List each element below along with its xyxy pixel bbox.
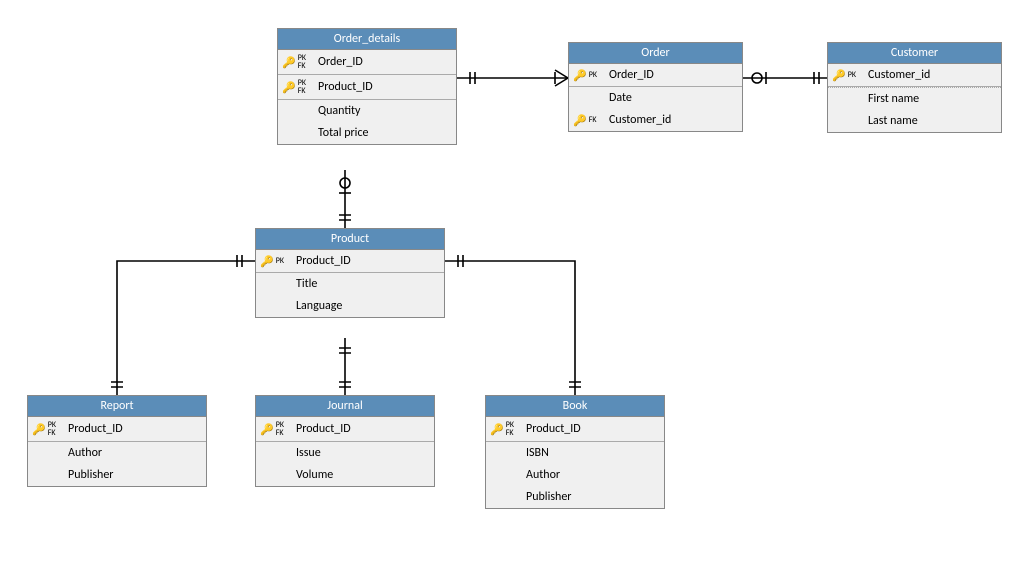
er-diagram-canvas: Order_details🔑PKFKOrder_ID🔑PKFKProduct_I… <box>0 0 1024 576</box>
field-name: Product_ID <box>522 422 658 436</box>
field-name: Order_ID <box>605 68 736 82</box>
rel-order-customer <box>743 72 827 84</box>
field-name: Total price <box>314 126 450 140</box>
field-name: Title <box>292 277 438 291</box>
key-labels: PK <box>848 71 856 79</box>
key-icon: 🔑 <box>282 83 296 92</box>
key-icon: 🔑 <box>573 116 587 125</box>
field-row: Issue <box>256 442 434 464</box>
field-name: Language <box>292 299 438 313</box>
entity-book: Book🔑PKFKProduct_IDISBNAuthorPublisher <box>485 395 665 509</box>
entity-title: Journal <box>256 396 434 417</box>
field-row: Volume <box>256 464 434 486</box>
key-labels: PK <box>276 257 284 265</box>
rel-orderdetails-order <box>457 70 568 86</box>
key-indicator: 🔑PKFK <box>282 54 314 70</box>
field-row: 🔑PKCustomer_id <box>828 64 1001 87</box>
field-row: 🔑PKFKProduct_ID <box>486 417 664 442</box>
rel-product-book <box>445 255 581 395</box>
rel-orderdetails-product <box>339 170 351 228</box>
key-indicator: 🔑PK <box>260 257 292 266</box>
key-indicator: 🔑PK <box>573 71 605 80</box>
field-name: Quantity <box>314 104 450 118</box>
entity-title: Customer <box>828 43 1001 64</box>
key-icon: 🔑 <box>832 71 846 80</box>
field-row: First name <box>828 87 1001 110</box>
entity-title: Product <box>256 229 444 250</box>
field-name: Volume <box>292 468 428 482</box>
field-name: Product_ID <box>292 254 438 268</box>
field-row: Quantity <box>278 100 456 122</box>
field-row: 🔑FKCustomer_id <box>569 109 742 131</box>
field-row: Date <box>569 87 742 109</box>
field-row: Author <box>28 442 206 464</box>
key-labels: PK <box>589 71 597 79</box>
key-indicator: 🔑PK <box>832 71 864 80</box>
field-name: Order_ID <box>314 55 450 69</box>
key-icon: 🔑 <box>282 58 296 67</box>
field-row: 🔑PKFKOrder_ID <box>278 50 456 75</box>
entity-title: Book <box>486 396 664 417</box>
field-row: Language <box>256 295 444 317</box>
field-row: Publisher <box>28 464 206 486</box>
entity-product: Product🔑PKProduct_IDTitleLanguage <box>255 228 445 318</box>
field-name: ISBN <box>522 446 658 460</box>
key-icon: 🔑 <box>260 425 274 434</box>
field-row: 🔑PKFKProduct_ID <box>256 417 434 442</box>
field-name: Customer_id <box>864 68 995 82</box>
field-row: Last name <box>828 110 1001 132</box>
field-name: Customer_id <box>605 113 736 127</box>
entity-customer: Customer🔑PKCustomer_idFirst nameLast nam… <box>827 42 1002 133</box>
key-icon: 🔑 <box>573 71 587 80</box>
rel-product-report <box>111 255 255 395</box>
key-labels: PKFK <box>48 421 56 437</box>
key-labels: FK <box>589 116 597 124</box>
field-row: Total price <box>278 122 456 144</box>
key-indicator: 🔑PKFK <box>260 421 292 437</box>
entity-title: Report <box>28 396 206 417</box>
field-name: Date <box>605 91 736 105</box>
field-name: Last name <box>864 114 995 128</box>
field-row: Title <box>256 273 444 295</box>
key-indicator: 🔑FK <box>573 116 605 125</box>
field-row: 🔑PKOrder_ID <box>569 64 742 87</box>
key-labels: PKFK <box>506 421 514 437</box>
field-name: Product_ID <box>64 422 200 436</box>
key-indicator: 🔑PKFK <box>282 79 314 95</box>
field-name: Author <box>64 446 200 460</box>
key-indicator: 🔑PKFK <box>490 421 522 437</box>
field-row: 🔑PKProduct_ID <box>256 250 444 273</box>
field-name: Issue <box>292 446 428 460</box>
entity-order_details: Order_details🔑PKFKOrder_ID🔑PKFKProduct_I… <box>277 28 457 145</box>
entity-order: Order🔑PKOrder_IDDate🔑FKCustomer_id <box>568 42 743 132</box>
key-icon: 🔑 <box>32 425 46 434</box>
field-name: Product_ID <box>292 422 428 436</box>
rel-product-journal <box>339 338 351 395</box>
field-row: ISBN <box>486 442 664 464</box>
key-icon: 🔑 <box>490 425 504 434</box>
entity-journal: Journal🔑PKFKProduct_IDIssueVolume <box>255 395 435 487</box>
field-name: Publisher <box>64 468 200 482</box>
key-labels: PKFK <box>276 421 284 437</box>
field-row: 🔑PKFKProduct_ID <box>278 75 456 100</box>
field-name: Product_ID <box>314 80 450 94</box>
field-row: 🔑PKFKProduct_ID <box>28 417 206 442</box>
entity-title: Order_details <box>278 29 456 50</box>
key-labels: PKFK <box>298 79 306 95</box>
entity-report: Report🔑PKFKProduct_IDAuthorPublisher <box>27 395 207 487</box>
key-labels: PKFK <box>298 54 306 70</box>
key-icon: 🔑 <box>260 257 274 266</box>
entity-title: Order <box>569 43 742 64</box>
field-row: Author <box>486 464 664 486</box>
key-indicator: 🔑PKFK <box>32 421 64 437</box>
field-name: Publisher <box>522 490 658 504</box>
field-name: Author <box>522 468 658 482</box>
field-name: First name <box>864 92 995 106</box>
field-row: Publisher <box>486 486 664 508</box>
